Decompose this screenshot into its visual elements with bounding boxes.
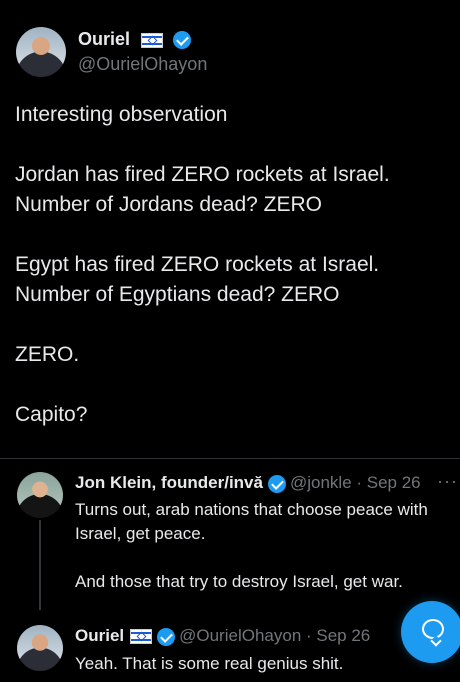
tweet-line: Capito? xyxy=(15,403,88,426)
reply-handle-time[interactable]: @jonkle · Sep 26 xyxy=(290,473,421,492)
author-name[interactable]: Ouriel xyxy=(78,29,130,49)
author-name-row[interactable]: Ouriel xyxy=(78,29,192,50)
israel-flag-icon xyxy=(141,32,164,48)
author-handle[interactable]: @OurielOhayon xyxy=(78,54,207,75)
divider xyxy=(0,458,460,459)
avatar[interactable] xyxy=(17,625,63,671)
tweet-text: Interesting observation Jordan has fired… xyxy=(15,100,445,430)
reply-author-name[interactable]: Jon Klein, founder/invă xyxy=(75,473,263,492)
reply-handle-time[interactable]: @OurielOhayon · Sep 26 xyxy=(179,626,370,645)
tweet-line: Number of Egyptians dead? ZERO xyxy=(15,283,340,306)
reply-ouriel[interactable]: Ouriel @OurielOhayon · Sep 26 Yeah. That … xyxy=(0,620,460,682)
verified-badge-icon xyxy=(173,31,192,50)
tweet-line xyxy=(15,370,445,400)
tweet-line xyxy=(15,220,445,250)
avatar[interactable] xyxy=(17,472,63,518)
tweet-line: Interesting observation xyxy=(15,103,228,126)
tweet-line: Number of Jordans dead? ZERO xyxy=(15,193,322,216)
reply-header: Jon Klein, founder/invă @jonkle · Sep 26 xyxy=(75,473,421,493)
main-tweet: Ouriel @OurielOhayon Interesting observa… xyxy=(0,0,460,458)
tweet-line: ZERO. xyxy=(15,343,80,366)
verified-badge-icon xyxy=(267,474,286,493)
more-icon[interactable]: ··· xyxy=(437,471,458,492)
tweet-line xyxy=(15,310,445,340)
tweet-line: Jordan has fired ZERO rockets at Israel. xyxy=(15,163,390,186)
reply-author-name[interactable]: Ouriel xyxy=(75,626,124,645)
compose-message-button[interactable] xyxy=(401,601,460,663)
verified-badge-icon xyxy=(157,627,176,646)
tweet-line: Egypt has fired ZERO rockets at Israel. xyxy=(15,253,380,276)
reply-line: Turns out, arab nations that choose peac… xyxy=(75,500,428,519)
reply-line: Israel, get peace. xyxy=(75,524,206,543)
reply-line: Yeah. That is some real genius shit. xyxy=(75,654,344,673)
israel-flag-icon xyxy=(130,629,153,645)
reply-jon-klein[interactable]: Jon Klein, founder/invă @jonkle · Sep 26 … xyxy=(0,470,460,610)
reply-line: And those that try to destroy Israel, ge… xyxy=(75,572,403,591)
tweet-line xyxy=(15,130,445,160)
chat-icon xyxy=(422,619,444,639)
reply-text: Turns out, arab nations that choose peac… xyxy=(75,498,450,594)
reply-line xyxy=(75,546,450,570)
reply-header: Ouriel @OurielOhayon · Sep 26 xyxy=(75,626,370,646)
avatar[interactable] xyxy=(16,27,66,77)
reply-text: Yeah. That is some real genius shit. xyxy=(75,652,450,676)
